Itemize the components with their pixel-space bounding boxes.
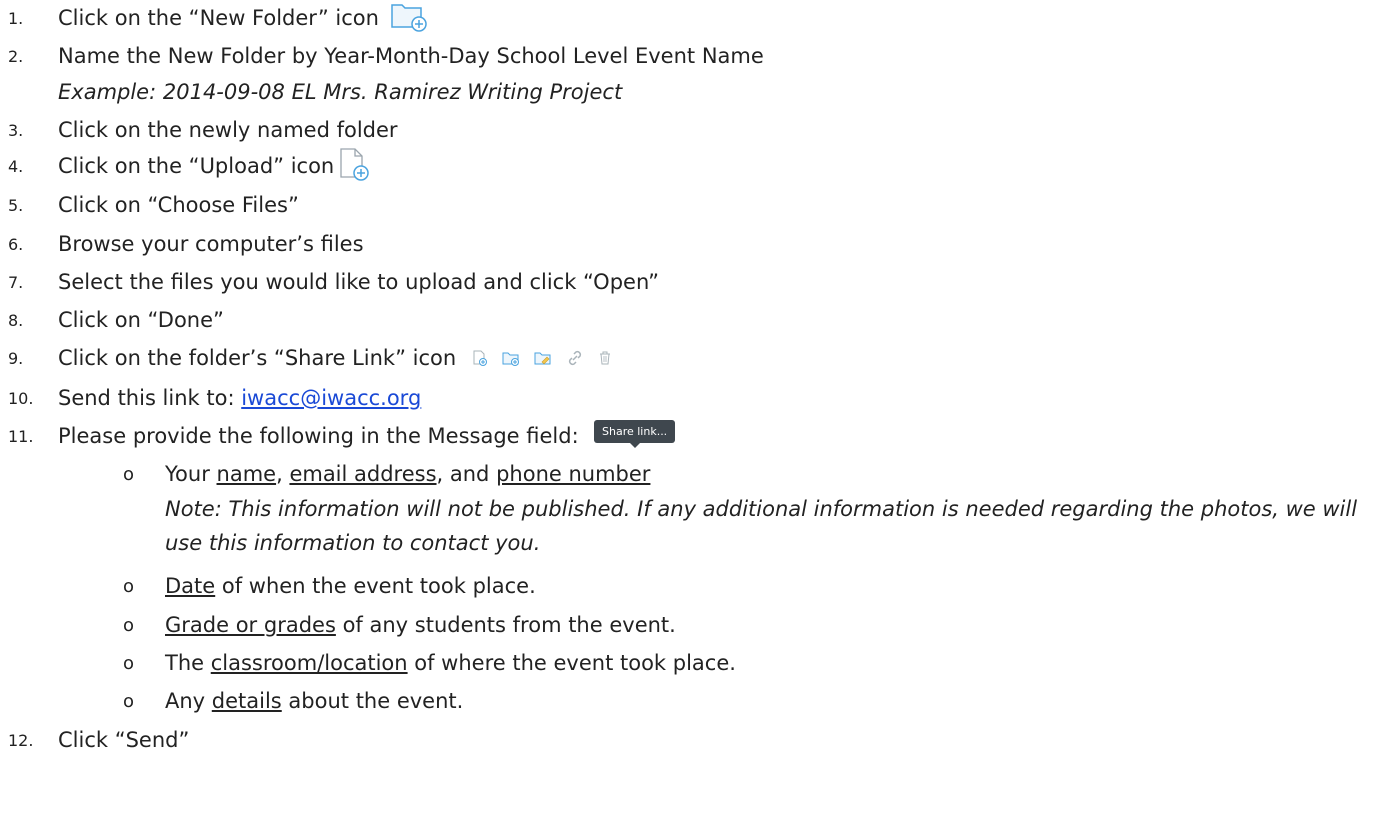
underlined-phone: phone number	[496, 462, 651, 486]
step-number: 8.	[8, 310, 24, 330]
step-text: Please provide the following in the Mess…	[58, 424, 579, 448]
step-text: Click on “Choose Files”	[58, 193, 299, 217]
underlined-details: details	[211, 689, 282, 713]
step-number: 7.	[8, 272, 24, 292]
text: ,	[276, 462, 290, 486]
new-folder-icon	[389, 0, 429, 37]
link-icon[interactable]	[566, 349, 584, 367]
step-text: Browse your computer’s files	[58, 232, 364, 256]
step-number: 1.	[8, 8, 24, 28]
underlined-email: email address	[289, 462, 437, 486]
step-text: Click on the folder’s “Share Link” icon	[58, 346, 457, 370]
folder-add-icon[interactable]	[502, 350, 520, 366]
folder-toolbar	[472, 349, 612, 367]
step-text: Click on the newly named folder	[58, 118, 398, 142]
step-number: 11.	[8, 426, 34, 446]
underlined-name: name	[216, 462, 277, 486]
step-number: 12.	[8, 730, 34, 750]
instructions-document: 1. Click on the “New Folder” icon 2. Nam…	[0, 0, 1380, 816]
text: , and	[436, 462, 497, 486]
email-link[interactable]: iwacc@iwacc.org	[241, 386, 421, 410]
upload-file-icon	[336, 146, 372, 187]
bullet: o	[123, 575, 135, 597]
text: of any students from the event.	[335, 613, 676, 637]
step-number: 2.	[8, 46, 24, 66]
example-text: Example: 2014-09-08 EL Mrs. Ramirez Writ…	[58, 80, 623, 104]
bullet: o	[123, 652, 135, 674]
step-text: Click on the “New Folder” icon	[58, 6, 379, 30]
underlined-date: Date	[165, 574, 216, 598]
step-text: Click “Send”	[58, 728, 190, 752]
bullet: o	[123, 690, 135, 712]
bullet: o	[123, 614, 135, 636]
text: of when the event took place.	[215, 574, 536, 598]
trash-icon[interactable]	[598, 350, 612, 366]
share-link-tooltip: Share link...	[594, 420, 676, 448]
step-text: Select the files you would like to uploa…	[58, 270, 659, 294]
step-text: Name the New Folder by Year-Month-Day Sc…	[58, 44, 764, 68]
step-text: Click on the “Upload” icon	[58, 154, 335, 178]
underlined-grades: Grade or grades	[165, 613, 336, 637]
step-number: 5.	[8, 195, 24, 215]
step-number: 3.	[8, 120, 24, 140]
step-number: 10.	[8, 388, 34, 408]
folder-edit-icon[interactable]	[534, 350, 552, 366]
bullet: o	[123, 463, 135, 485]
text: of where the event took place.	[407, 651, 736, 675]
step-text: Send this link to:	[58, 386, 242, 410]
text: about the event.	[281, 689, 464, 713]
text: Your	[165, 462, 217, 486]
text: The	[165, 651, 211, 675]
underlined-location: classroom/location	[210, 651, 408, 675]
text: Any	[165, 689, 212, 713]
file-add-icon[interactable]	[472, 350, 488, 366]
step-text: Click on “Done”	[58, 308, 224, 332]
step-number: 4.	[8, 156, 24, 176]
step-number: 6.	[8, 234, 24, 254]
step-number: 9.	[8, 348, 24, 368]
note-text: Note: This information will not be publi…	[165, 497, 1358, 555]
note-block: Note: This information will not be publi…	[0, 492, 1380, 564]
